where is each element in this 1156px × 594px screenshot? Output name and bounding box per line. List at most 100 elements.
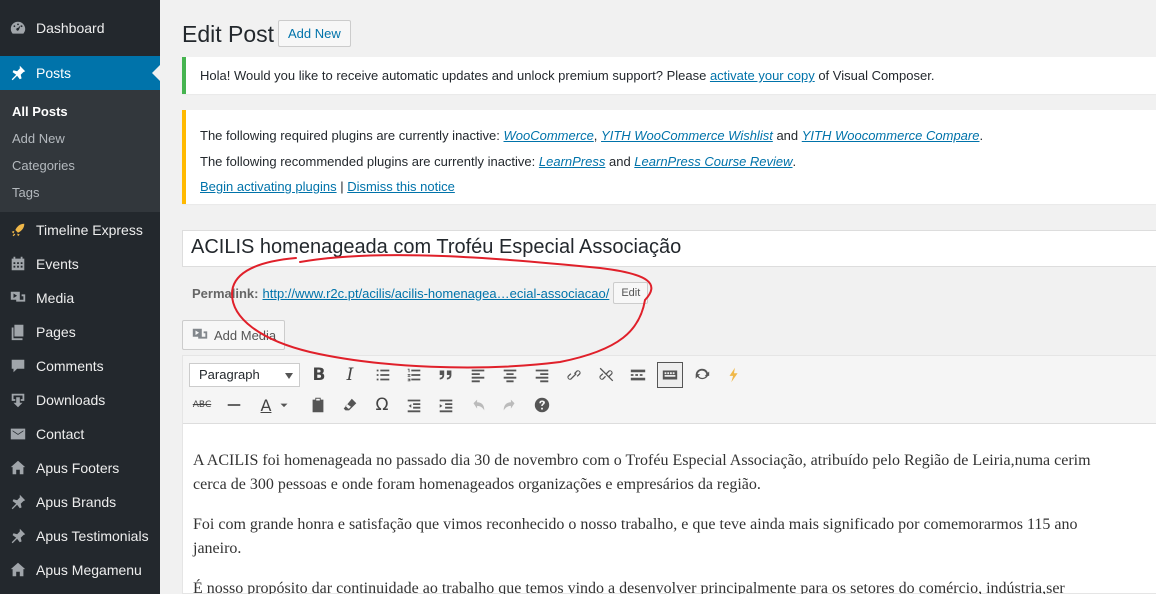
media-icon <box>0 289 36 307</box>
content-paragraph: janeiro. <box>193 540 242 557</box>
separator: . <box>979 128 984 143</box>
submenu-categories[interactable]: Categories <box>12 158 75 173</box>
menu-apus-footers[interactable]: Apus Footers <box>0 451 160 485</box>
add-media-button[interactable]: Add Media <box>182 320 286 350</box>
permalink-slug: acilis-homenagea…ecial-associacao/ <box>394 285 610 301</box>
begin-activating-link[interactable]: Begin activating plugins <box>200 179 337 194</box>
menu-downloads[interactable]: Downloads <box>0 383 160 417</box>
align-left-button[interactable] <box>465 362 491 388</box>
submenu-all-posts[interactable]: All Posts <box>12 104 68 119</box>
bullet-list-button[interactable] <box>370 362 396 388</box>
menu-timeline-express[interactable]: Timeline Express <box>0 213 160 247</box>
outdent-button[interactable] <box>401 392 427 418</box>
vc-notice: Hola! Would you like to receive automati… <box>182 57 1156 94</box>
undo-button[interactable] <box>465 392 491 418</box>
home-icon <box>0 459 36 477</box>
menu-events[interactable]: Events <box>0 247 160 281</box>
comment-icon <box>0 357 36 375</box>
menu-comments[interactable]: Comments <box>0 349 160 383</box>
separator: and <box>772 128 802 143</box>
horizontal-line-button[interactable] <box>221 392 247 418</box>
media-icon <box>192 328 208 339</box>
italic-icon: I <box>346 365 354 385</box>
dismiss-notice-link[interactable]: Dismiss this notice <box>347 179 455 194</box>
insert-link-button[interactable] <box>561 362 587 388</box>
admin-sidebar: Dashboard Posts All Posts Add New Catego… <box>0 0 160 594</box>
indent-button[interactable] <box>433 392 459 418</box>
toolbar-toggle-button[interactable] <box>657 362 683 388</box>
paste-text-button[interactable] <box>305 392 331 418</box>
chevron-down-icon <box>280 403 288 408</box>
menu-label: Contact <box>36 426 85 442</box>
submenu-tags[interactable]: Tags <box>12 185 39 200</box>
menu-pages[interactable]: Pages <box>0 315 160 349</box>
eraser-icon <box>343 398 357 411</box>
bold-button[interactable]: B <box>306 362 332 388</box>
vc-notice-text: Hola! Would you like to receive automati… <box>200 68 710 83</box>
calendar-icon <box>0 255 36 273</box>
vc-notice-text-end: of Visual Composer. <box>814 68 935 83</box>
edit-permalink-button[interactable]: Edit <box>613 282 649 304</box>
read-more-button[interactable] <box>625 362 651 388</box>
remove-link-button[interactable] <box>593 362 619 388</box>
blockquote-button[interactable] <box>433 362 459 388</box>
menu-media[interactable]: Media <box>0 281 160 315</box>
permalink-link[interactable]: http://www.r2c.pt/acilis/acilis-homenage… <box>262 286 609 301</box>
menu-posts[interactable]: Posts <box>0 56 160 90</box>
post-editor: Paragraph B I ABC A Ω A ACILIS foi homen… <box>182 355 1156 594</box>
separator: , <box>593 128 602 143</box>
menu-dashboard[interactable]: Dashboard <box>0 11 160 45</box>
help-button[interactable] <box>529 392 555 418</box>
post-title-input[interactable]: ACILIS homenageada com Troféu Especial A… <box>182 230 1156 267</box>
format-select[interactable]: Paragraph <box>189 363 300 387</box>
text-color-dropdown[interactable] <box>277 392 291 418</box>
yith-compare-link[interactable]: YITH Woocommerce Compare <box>802 128 980 143</box>
pin-icon <box>0 493 36 511</box>
menu-label: Comments <box>36 358 104 374</box>
numbered-list-icon <box>407 368 421 382</box>
content-paragraph: cerca de 300 pessoas e onde foram homena… <box>193 476 761 493</box>
align-right-button[interactable] <box>529 362 555 388</box>
learnpress-review-link[interactable]: LearnPress Course Review <box>634 154 792 169</box>
lightning-icon <box>729 367 738 383</box>
redo-button[interactable] <box>497 392 523 418</box>
menu-label: Pages <box>36 324 76 340</box>
shortcode-button[interactable] <box>721 362 747 388</box>
menu-label: Apus Megamenu <box>36 562 142 578</box>
home-icon <box>0 561 36 579</box>
bold-icon: B <box>312 365 326 385</box>
align-right-icon <box>535 369 549 383</box>
content-paragraph: A ACILIS foi homenageada no passado dia … <box>193 452 1091 469</box>
submenu-add-new[interactable]: Add New <box>12 131 65 146</box>
pin-icon <box>0 527 36 545</box>
menu-apus-megamenu[interactable]: Apus Megamenu <box>0 553 160 587</box>
strikethrough-button[interactable]: ABC <box>189 392 215 418</box>
menu-label: Timeline Express <box>36 222 143 238</box>
read-more-icon <box>630 369 646 381</box>
special-character-button[interactable]: Ω <box>369 392 395 418</box>
menu-label: Apus Footers <box>36 460 120 476</box>
menu-label: Dashboard <box>36 20 105 36</box>
menu-apus-brands[interactable]: Apus Brands <box>0 485 160 519</box>
menu-label: Apus Testimonials <box>36 528 149 544</box>
clear-formatting-button[interactable] <box>337 392 363 418</box>
download-icon <box>0 391 36 409</box>
align-center-button[interactable] <box>497 362 523 388</box>
refresh-button[interactable] <box>689 362 715 388</box>
redo-icon <box>503 399 515 411</box>
permalink-base: http://www.r2c.pt/acilis/ <box>262 285 395 301</box>
menu-label: Downloads <box>36 392 106 408</box>
notice-actions: Begin activating plugins | Dismiss this … <box>200 179 455 194</box>
activate-copy-link[interactable]: activate your copy <box>710 68 815 83</box>
add-media-label: Add Media <box>214 327 277 343</box>
italic-button[interactable]: I <box>337 362 363 388</box>
add-new-button[interactable]: Add New <box>278 20 351 47</box>
text-color-button[interactable]: A <box>253 392 279 418</box>
menu-apus-testimonials[interactable]: Apus Testimonials <box>0 519 160 553</box>
learnpress-link[interactable]: LearnPress <box>539 154 605 169</box>
menu-contact[interactable]: Contact <box>0 417 160 451</box>
woocommerce-link[interactable]: WooCommerce <box>504 128 594 143</box>
yith-wishlist-link[interactable]: YITH WooCommerce Wishlist <box>601 128 773 143</box>
recommended-plugins-line: The following recommended plugins are cu… <box>200 154 796 169</box>
numbered-list-button[interactable] <box>401 362 427 388</box>
